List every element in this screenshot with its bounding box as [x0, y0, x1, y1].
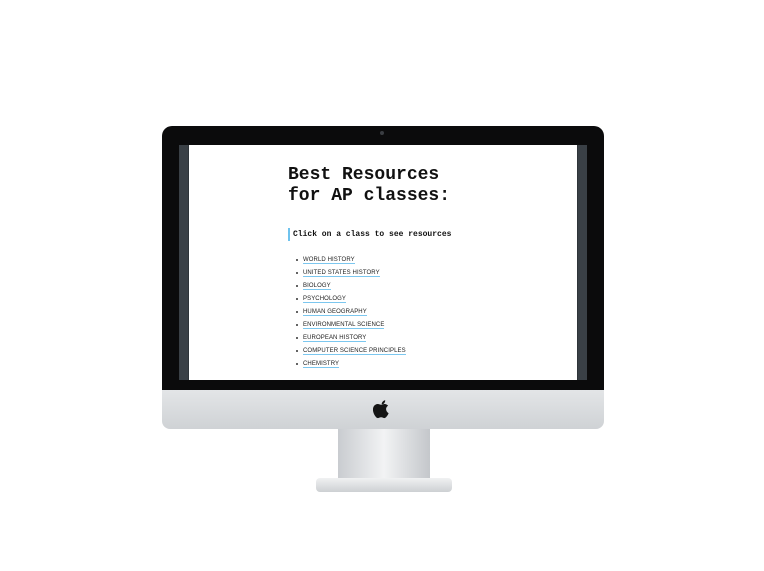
list-item: HUMAN GEOGRAPHY	[296, 308, 568, 321]
page-content: Best Resources for AP classes: Click on …	[288, 165, 568, 373]
monitor-chin	[162, 390, 604, 429]
class-link-human-geography[interactable]: HUMAN GEOGRAPHY	[303, 309, 367, 316]
class-list: WORLD HISTORY UNITED STATES HISTORY BIOL…	[288, 256, 568, 373]
monitor-stand-foot	[316, 478, 452, 492]
class-link-united-states-history[interactable]: UNITED STATES HISTORY	[303, 270, 380, 277]
bullet-icon	[296, 272, 298, 274]
list-item: PSYCHOLOGY	[296, 295, 568, 308]
bullet-icon	[296, 259, 298, 261]
page-title-line1: Best Resources	[288, 165, 440, 185]
list-item: UNITED STATES HISTORY	[296, 269, 568, 282]
class-link-environmental-science[interactable]: ENVIRONMENTAL SCIENCE	[303, 322, 385, 329]
page-gutter-right	[578, 145, 587, 380]
class-link-world-history[interactable]: WORLD HISTORY	[303, 257, 355, 264]
bullet-icon	[296, 324, 298, 326]
page-gutter-left	[179, 145, 188, 380]
bullet-icon	[296, 337, 298, 339]
monitor-screen: Best Resources for AP classes: Click on …	[179, 145, 587, 380]
bullet-icon	[296, 311, 298, 313]
page-title: Best Resources for AP classes:	[288, 165, 488, 207]
monitor-stand-neck	[338, 429, 430, 485]
list-item: BIOLOGY	[296, 282, 568, 295]
page-title-line2: for AP classes:	[288, 186, 451, 206]
list-item: COMPUTER SCIENCE PRINCIPLES	[296, 347, 568, 360]
monitor-bezel: Best Resources for AP classes: Click on …	[162, 126, 604, 390]
class-link-biology[interactable]: BIOLOGY	[303, 283, 331, 290]
mockup-stage: Best Resources for AP classes: Click on …	[0, 0, 764, 571]
class-link-european-history[interactable]: EUROPEAN HISTORY	[303, 335, 367, 342]
class-link-psychology[interactable]: PSYCHOLOGY	[303, 296, 347, 303]
page-subtitle: Click on a class to see resources	[288, 228, 568, 241]
class-link-computer-science-principles[interactable]: COMPUTER SCIENCE PRINCIPLES	[303, 348, 406, 355]
apple-logo-icon	[373, 400, 389, 419]
camera-icon	[380, 131, 384, 135]
bullet-icon	[296, 285, 298, 287]
bullet-icon	[296, 363, 298, 365]
list-item: EUROPEAN HISTORY	[296, 334, 568, 347]
webpage: Best Resources for AP classes: Click on …	[189, 145, 577, 380]
class-link-chemistry[interactable]: CHEMISTRY	[303, 361, 340, 368]
bullet-icon	[296, 350, 298, 352]
list-item: CHEMISTRY	[296, 360, 568, 373]
list-item: ENVIRONMENTAL SCIENCE	[296, 321, 568, 334]
bullet-icon	[296, 298, 298, 300]
list-item: WORLD HISTORY	[296, 256, 568, 269]
